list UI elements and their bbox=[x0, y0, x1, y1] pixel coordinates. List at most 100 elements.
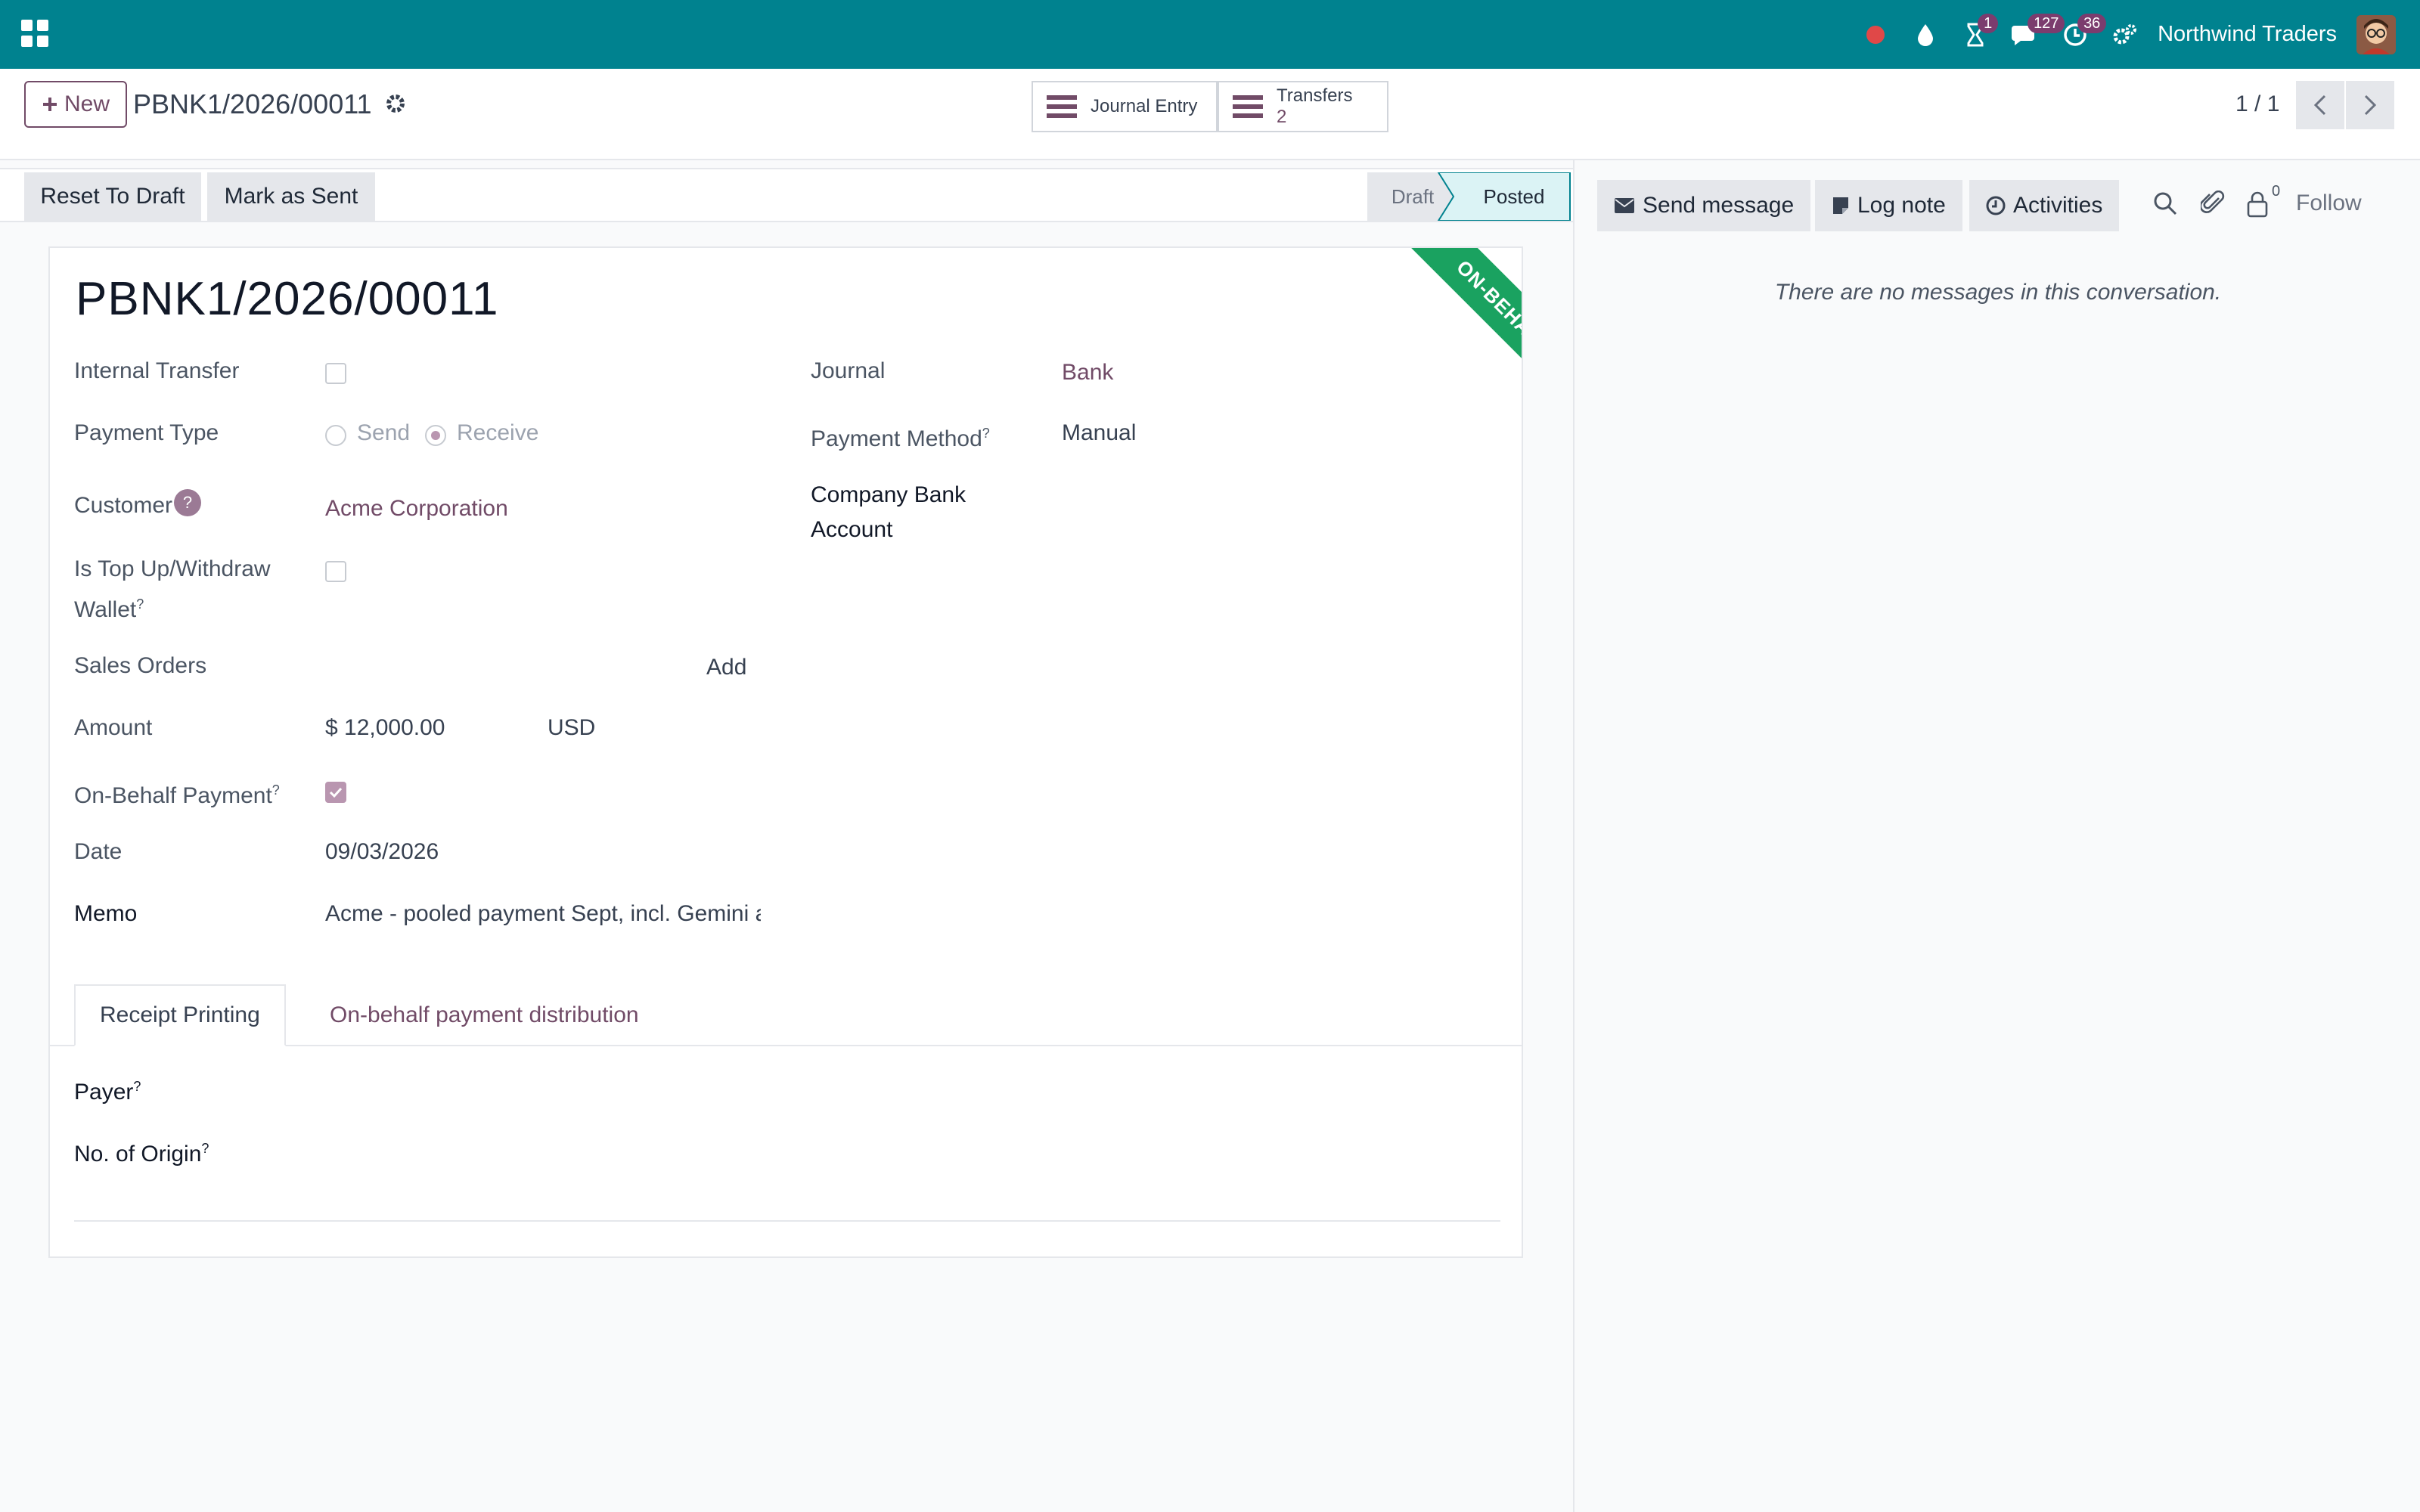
payment-title: PBNK1/2026/00011 bbox=[76, 273, 499, 325]
breadcrumb-record-name: PBNK1/2026/00011 bbox=[133, 88, 372, 119]
customer-label: Customer? bbox=[74, 488, 202, 523]
smart-button-label: Journal Entry bbox=[1091, 96, 1198, 116]
memo-label: Memo bbox=[74, 901, 138, 926]
memo-field[interactable]: Acme - pooled payment Sept, incl. Gemini… bbox=[325, 897, 761, 931]
tab-onbehalf-distribution[interactable]: On-behalf payment distribution bbox=[306, 984, 663, 1046]
payment-type-receive-label: Receive bbox=[457, 420, 539, 445]
origin-label: No. of Origin? bbox=[74, 1131, 209, 1172]
on-behalf-ribbon: ON-BEHALF NOT PAID bbox=[1398, 248, 1522, 487]
topup-label-line1: Is Top Up/Withdraw bbox=[74, 556, 271, 581]
send-message-label: Send message bbox=[1643, 193, 1795, 218]
smart-button-label: Transfers bbox=[1277, 85, 1353, 106]
note-icon bbox=[1833, 197, 1848, 214]
help-marker: ? bbox=[133, 1079, 141, 1094]
mark-as-sent-button[interactable]: Mark as Sent bbox=[207, 172, 375, 221]
settings-gears-icon[interactable] bbox=[2100, 0, 2150, 69]
payment-method-field[interactable]: Manual bbox=[1062, 416, 1136, 451]
customer-label-text: Customer bbox=[74, 493, 173, 518]
help-question-icon[interactable]: ? bbox=[174, 489, 202, 516]
clock-icon bbox=[1986, 196, 2006, 215]
activities-label: Activities bbox=[2013, 193, 2103, 218]
new-button[interactable]: New bbox=[24, 81, 127, 128]
chevron-right-icon bbox=[2364, 94, 2377, 116]
paperclip-icon[interactable] bbox=[2201, 191, 2226, 216]
list-bars-icon bbox=[1047, 95, 1077, 118]
smart-button-journal-entry[interactable]: Journal Entry bbox=[1032, 81, 1218, 132]
payment-method-label-text: Payment Method bbox=[811, 426, 982, 451]
internal-transfer-label: Internal Transfer bbox=[74, 358, 240, 383]
form-sheet: ON-BEHALF NOT PAID PBNK1/2026/00011 Inte… bbox=[48, 246, 1523, 1258]
origin-label-text: No. of Origin bbox=[74, 1142, 202, 1167]
reset-to-draft-button[interactable]: Reset To Draft bbox=[24, 172, 201, 221]
payment-method-label: Payment Method? bbox=[811, 416, 990, 457]
company-name[interactable]: Northwind Traders bbox=[2158, 22, 2337, 47]
sales-orders-label: Sales Orders bbox=[74, 653, 207, 678]
activities-badge: 1 bbox=[1978, 14, 1999, 33]
journal-field[interactable]: Bank bbox=[1062, 355, 1113, 390]
chatter-panel: Send message Log note Activities 0 Follo… bbox=[1573, 160, 2420, 1512]
topup-label-line2-text: Wallet bbox=[74, 597, 137, 622]
smart-button-transfers[interactable]: Transfers 2 bbox=[1218, 81, 1388, 132]
envelope-icon bbox=[1615, 198, 1634, 213]
onbehalf-label-text: On-Behalf Payment bbox=[74, 783, 272, 808]
form-statusbar: Reset To Draft Mark as Sent Draft Posted bbox=[0, 168, 1573, 222]
payment-type-label: Payment Type bbox=[74, 420, 219, 445]
company-bank-label-line2: Account bbox=[811, 517, 893, 542]
amount-field[interactable]: $ 12,000.00 bbox=[325, 711, 445, 745]
form-notebook-tabs: Receipt Printing On-behalf payment distr… bbox=[50, 984, 1522, 1046]
send-message-button[interactable]: Send message bbox=[1597, 180, 1811, 231]
amount-label: Amount bbox=[74, 715, 153, 740]
checkmark-icon bbox=[329, 787, 343, 798]
help-marker: ? bbox=[271, 782, 280, 798]
follow-button[interactable]: Follow bbox=[2296, 191, 2362, 216]
payer-label: Payer? bbox=[74, 1069, 141, 1110]
journal-label: Journal bbox=[811, 358, 886, 383]
payment-type-receive-radio[interactable] bbox=[425, 425, 446, 446]
log-note-button[interactable]: Log note bbox=[1815, 180, 1962, 231]
date-label: Date bbox=[74, 839, 123, 864]
company-bank-label-line1: Company Bank bbox=[811, 482, 966, 507]
internal-transfer-checkbox[interactable] bbox=[325, 363, 346, 384]
onbehalf-label: On-Behalf Payment? bbox=[74, 773, 280, 813]
navbar-systray: 1 127 36 Northwind Traders bbox=[1851, 0, 2396, 69]
activity-hourglass-icon[interactable]: 1 bbox=[1950, 0, 2000, 69]
clock-icon[interactable]: 36 bbox=[2050, 0, 2107, 69]
stage-posted[interactable]: Posted bbox=[1455, 172, 1573, 221]
drop-icon[interactable] bbox=[1900, 0, 1950, 69]
user-avatar[interactable] bbox=[2356, 14, 2396, 54]
followers-count: 0 bbox=[2272, 183, 2281, 200]
onbehalf-payment-checkbox[interactable] bbox=[325, 782, 346, 803]
pager-previous-button[interactable] bbox=[2296, 81, 2344, 129]
payment-type-send-radio[interactable] bbox=[325, 425, 346, 446]
topup-label-line2: Wallet? bbox=[74, 587, 144, 627]
pager-next-button[interactable] bbox=[2346, 81, 2394, 129]
plus-icon bbox=[42, 98, 57, 111]
payer-label-text: Payer bbox=[74, 1080, 134, 1105]
list-bars-icon bbox=[1233, 95, 1263, 118]
smart-button-count: 2 bbox=[1277, 107, 1287, 127]
customer-field[interactable]: Acme Corporation bbox=[325, 491, 508, 526]
record-actions-gear-icon[interactable] bbox=[384, 92, 407, 115]
help-marker: ? bbox=[982, 426, 990, 441]
sales-orders-add-link[interactable]: Add bbox=[706, 650, 746, 685]
messages-icon[interactable]: 127 bbox=[2000, 0, 2065, 69]
payment-type-send-label: Send bbox=[357, 420, 411, 445]
top-navbar: 1 127 36 Northwind Traders bbox=[0, 0, 2420, 69]
search-icon[interactable] bbox=[2152, 191, 2178, 216]
apps-menu-icon[interactable] bbox=[21, 20, 48, 47]
pager-value[interactable]: 1 / 1 bbox=[2235, 91, 2279, 117]
recording-dot-icon[interactable] bbox=[1851, 0, 1900, 69]
help-marker: ? bbox=[201, 1141, 209, 1156]
no-messages-text: There are no messages in this conversati… bbox=[1774, 280, 2222, 305]
help-marker: ? bbox=[136, 596, 144, 612]
tab-receipt-printing[interactable]: Receipt Printing bbox=[74, 984, 286, 1046]
chevron-left-icon bbox=[2313, 94, 2326, 116]
control-panel: New PBNK1/2026/00011 Journal Entry Trans… bbox=[0, 69, 2420, 160]
topup-wallet-checkbox[interactable] bbox=[325, 561, 346, 582]
date-field[interactable]: 09/03/2026 bbox=[325, 835, 439, 869]
currency-field[interactable]: USD bbox=[548, 711, 595, 745]
new-button-label: New bbox=[64, 91, 110, 116]
tab-content-divider bbox=[74, 1220, 1500, 1222]
activities-button[interactable]: Activities bbox=[1969, 180, 2120, 231]
lock-followers-icon[interactable] bbox=[2246, 191, 2269, 218]
